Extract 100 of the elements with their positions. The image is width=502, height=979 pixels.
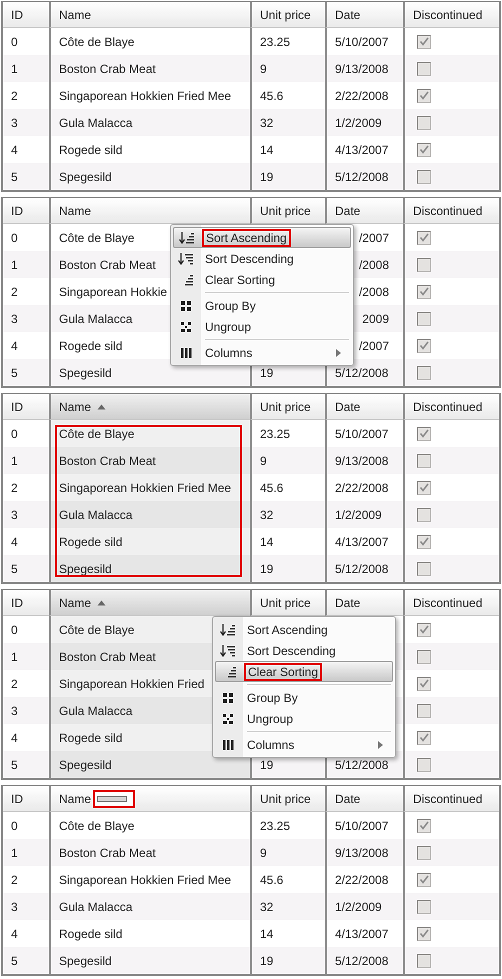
checkbox[interactable] [417,846,431,860]
checkbox[interactable] [417,622,431,636]
menu-item[interactable]: Sort Ascending [173,227,351,248]
table-cell-text: 2 [10,480,19,496]
table-cell-text: 4 [10,338,19,354]
column-header[interactable]: Name [49,198,250,224]
table-cell-text: 3 [10,506,19,524]
checkbox[interactable] [417,284,431,298]
column-header[interactable]: Date [325,2,403,28]
table-cell: Singaporean Hokkien Fried Mee [49,474,250,501]
table-cell-text: 4 [10,142,19,158]
checkbox[interactable] [417,88,431,102]
columns-icon [220,738,236,750]
column-header[interactable]: Discontinued [403,198,499,224]
column-header[interactable]: Date [325,786,403,812]
table-cell-text: 1 [10,648,19,666]
group-icon [220,692,236,704]
checkbox[interactable] [417,758,431,772]
column-header[interactable]: Date [325,198,403,224]
checkbox[interactable] [417,730,431,744]
sort-asc-icon [220,624,236,636]
ungroup-icon [178,320,194,332]
sort-ascending-icon [97,404,106,410]
table-cell: Spegesild [49,947,250,974]
column-header[interactable]: Unit price [250,786,325,812]
column-header[interactable]: Date [325,394,403,420]
drag-bar-icon [97,796,128,802]
column-header[interactable]: Date [325,590,403,616]
checkbox[interactable] [417,534,431,548]
checkbox[interactable] [417,230,431,244]
table-cell: 5/12/2008 [325,555,403,582]
group-icon [178,300,194,312]
checkbox[interactable] [417,258,431,272]
clear-sort-icon [228,666,237,678]
checkbox[interactable] [417,142,431,156]
sort-desc-icon [220,644,236,656]
checkbox[interactable] [417,676,431,690]
ungroup-icon [220,712,236,724]
table-cell: Rogede sild [49,528,250,555]
column-header[interactable]: Name [49,786,250,812]
checkbox[interactable] [417,650,431,664]
table-cell: Boston Crab Meat [49,447,250,474]
column-header[interactable]: Discontinued [403,2,499,28]
table-cell-text: 5 [10,756,19,774]
checkbox[interactable] [417,454,431,468]
checkbox[interactable] [417,62,431,76]
table-cell: Spegesild [49,163,250,190]
checkbox[interactable] [417,954,431,968]
column-header[interactable]: Unit price [250,590,325,616]
checkbox[interactable] [417,818,431,832]
checkbox[interactable] [417,872,431,886]
checkbox[interactable] [417,426,431,440]
column-header[interactable]: Discontinued [403,786,499,812]
checkbox[interactable] [417,338,431,352]
sort-asc-icon [179,232,195,244]
checkbox[interactable] [417,312,431,326]
column-header[interactable]: Name [49,2,250,28]
table-cell: 5/12/2008 [325,947,403,974]
checkbox[interactable] [417,562,431,576]
table-cell-text: 3 [10,114,19,132]
checkbox[interactable] [417,926,431,940]
checkbox[interactable] [417,116,431,130]
table-cell-text: 1 [10,256,19,274]
column-header[interactable]: Discontinued [403,394,499,420]
column-header[interactable]: Name [49,590,250,616]
table-cell-text: 2 [10,284,19,300]
checkbox[interactable] [417,900,431,914]
table-cell-text: 0 [10,34,19,50]
column-header[interactable]: Unit price [250,198,325,224]
checkbox[interactable] [417,34,431,48]
menu-item[interactable]: Clear Sorting [215,661,393,682]
checkbox[interactable] [417,704,431,718]
sort-ascending-icon [97,600,106,606]
checkbox[interactable] [417,366,431,380]
table-cell: Spegesild [49,751,250,778]
column-header[interactable]: Unit price [250,2,325,28]
table-cell-text: 1 [10,452,19,470]
table-cell-text: 2 [10,676,19,692]
checkbox[interactable] [417,480,431,494]
table-cell: Côte de Blaye [49,420,250,447]
table-cell-text: 0 [10,622,19,638]
table-cell-text: 1 [10,844,19,862]
table-cell-text: 4 [10,730,19,746]
table-cell: Gula Malacca [49,501,250,528]
table-cell-text: 5 [10,364,19,382]
table-cell-text: 5 [10,168,19,186]
checkbox[interactable] [417,170,431,184]
table-cell-text: 3 [10,702,19,720]
table-cell-text: 0 [10,426,19,442]
table-cell-text: 2 [10,88,19,104]
table-cell: 5/12/2008 [325,163,403,190]
columns-icon [178,346,194,358]
column-header[interactable]: Name [49,394,250,420]
column-header[interactable]: Discontinued [403,590,499,616]
table-cell-text: 4 [10,926,19,942]
table-cell: Spegesild [49,555,250,582]
checkbox[interactable] [417,508,431,522]
table-cell: 19 [250,555,325,582]
column-header[interactable]: Unit price [250,394,325,420]
table-cell-text: 3 [10,898,19,916]
